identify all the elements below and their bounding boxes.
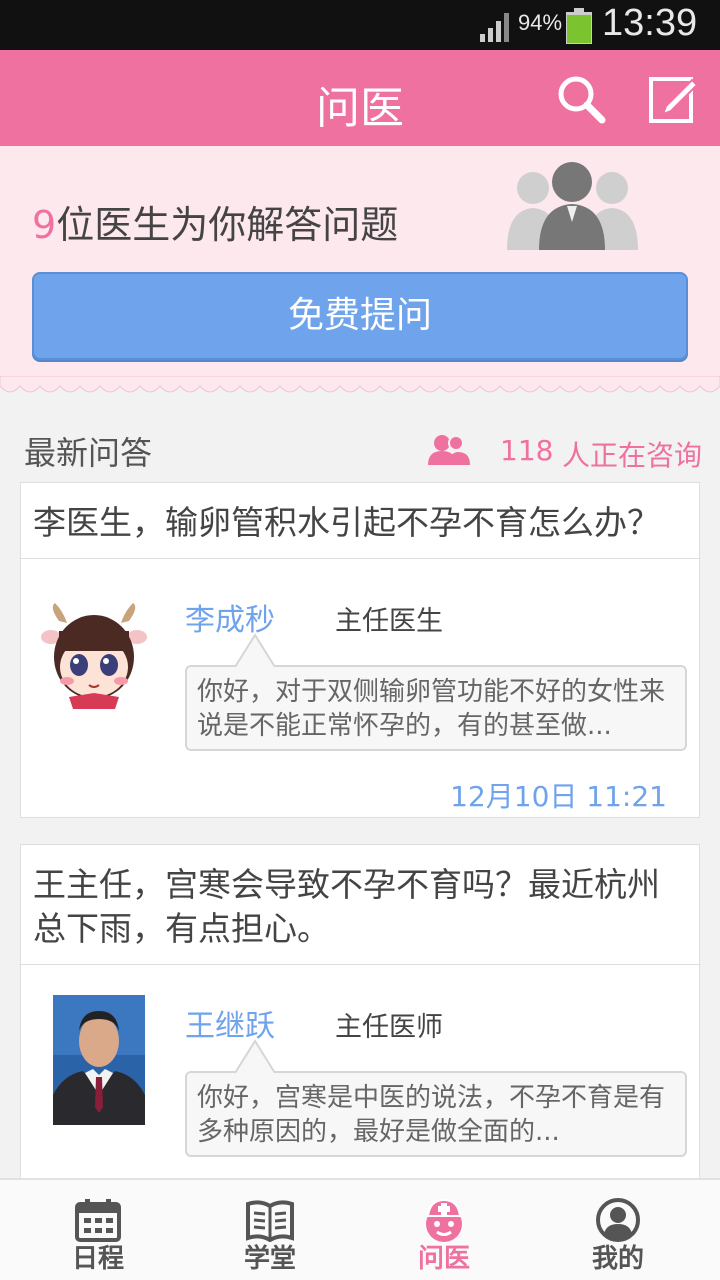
scallop-border <box>0 376 720 402</box>
nav-label: 我的 <box>591 1244 644 1274</box>
search-icon[interactable] <box>556 74 606 124</box>
page-title: 问医 <box>316 83 404 134</box>
nav-label: 问医 <box>417 1244 470 1274</box>
answer-preview[interactable]: 你好，宫寒是中医的说法，不孕不育是有多种原因的，最好是做全面的... <box>185 1071 687 1157</box>
book-icon <box>246 1200 294 1242</box>
doctor-photo-avatar <box>53 995 145 1125</box>
bubble-tail <box>235 1039 275 1073</box>
latest-qa-header: 最新问答 118 人正在咨询 <box>0 404 720 482</box>
doctors-group-icon <box>507 162 638 250</box>
doctor-title: 主任医师 <box>335 1012 443 1043</box>
profile-icon <box>596 1198 640 1242</box>
title-bar: 问医 <box>0 50 720 146</box>
banner-text: 9位医生为你解答问题 <box>32 194 398 249</box>
clock: 13:39 <box>602 2 698 44</box>
nav-label: 学堂 <box>243 1244 296 1274</box>
people-icon <box>428 435 470 465</box>
cartoon-girl-avatar <box>41 603 147 709</box>
compose-icon[interactable] <box>648 72 698 124</box>
doctor-banner: 9位医生为你解答问题 免费提问 <box>0 146 720 396</box>
section-title: 最新问答 <box>24 434 153 472</box>
qa-card[interactable]: 李医生，输卵管积水引起不孕不育怎么办？ 李成秒 主任医生 你好，对于双侧输卵管功… <box>20 482 700 818</box>
calendar-icon <box>75 1199 121 1242</box>
online-count: 118 <box>500 434 554 467</box>
free-ask-button[interactable]: 免费提问 <box>32 272 688 360</box>
bubble-tail <box>235 633 275 667</box>
online-text: 人正在咨询 <box>562 439 703 472</box>
bottom-navigation: 日程 学堂 问医 我的 <box>0 1178 720 1280</box>
battery-icon <box>566 8 592 44</box>
qa-card[interactable]: 王主任，宫寒会导致不孕不育吗？最近杭州总下雨，有点担心。 王继跃 主任医师 你好… <box>20 844 700 1178</box>
doctor-count: 9 <box>32 203 57 247</box>
question-text[interactable]: 王主任，宫寒会导致不孕不育吗？最近杭州总下雨，有点担心。 <box>21 845 699 965</box>
signal-icon <box>480 13 509 42</box>
question-text[interactable]: 李医生，输卵管积水引起不孕不育怎么办？ <box>21 483 699 559</box>
nav-label: 日程 <box>71 1244 124 1274</box>
nav-profile[interactable]: 我的 <box>528 1180 708 1280</box>
nav-schedule[interactable]: 日程 <box>8 1180 188 1280</box>
status-bar: 94% 13:39 <box>0 0 720 50</box>
answer-time: 12月10日 11:21 <box>450 780 667 813</box>
answer-preview[interactable]: 你好，对于双侧输卵管功能不好的女性来说是不能正常怀孕的，有的甚至做... <box>185 665 687 751</box>
doctor-title: 主任医生 <box>335 606 443 637</box>
nav-school[interactable]: 学堂 <box>180 1180 360 1280</box>
nurse-icon <box>426 1198 462 1242</box>
battery-percentage: 94% <box>518 10 563 35</box>
banner-label: 位医生为你解答问题 <box>56 203 399 247</box>
nav-ask-doctor[interactable]: 问医 <box>354 1180 534 1280</box>
